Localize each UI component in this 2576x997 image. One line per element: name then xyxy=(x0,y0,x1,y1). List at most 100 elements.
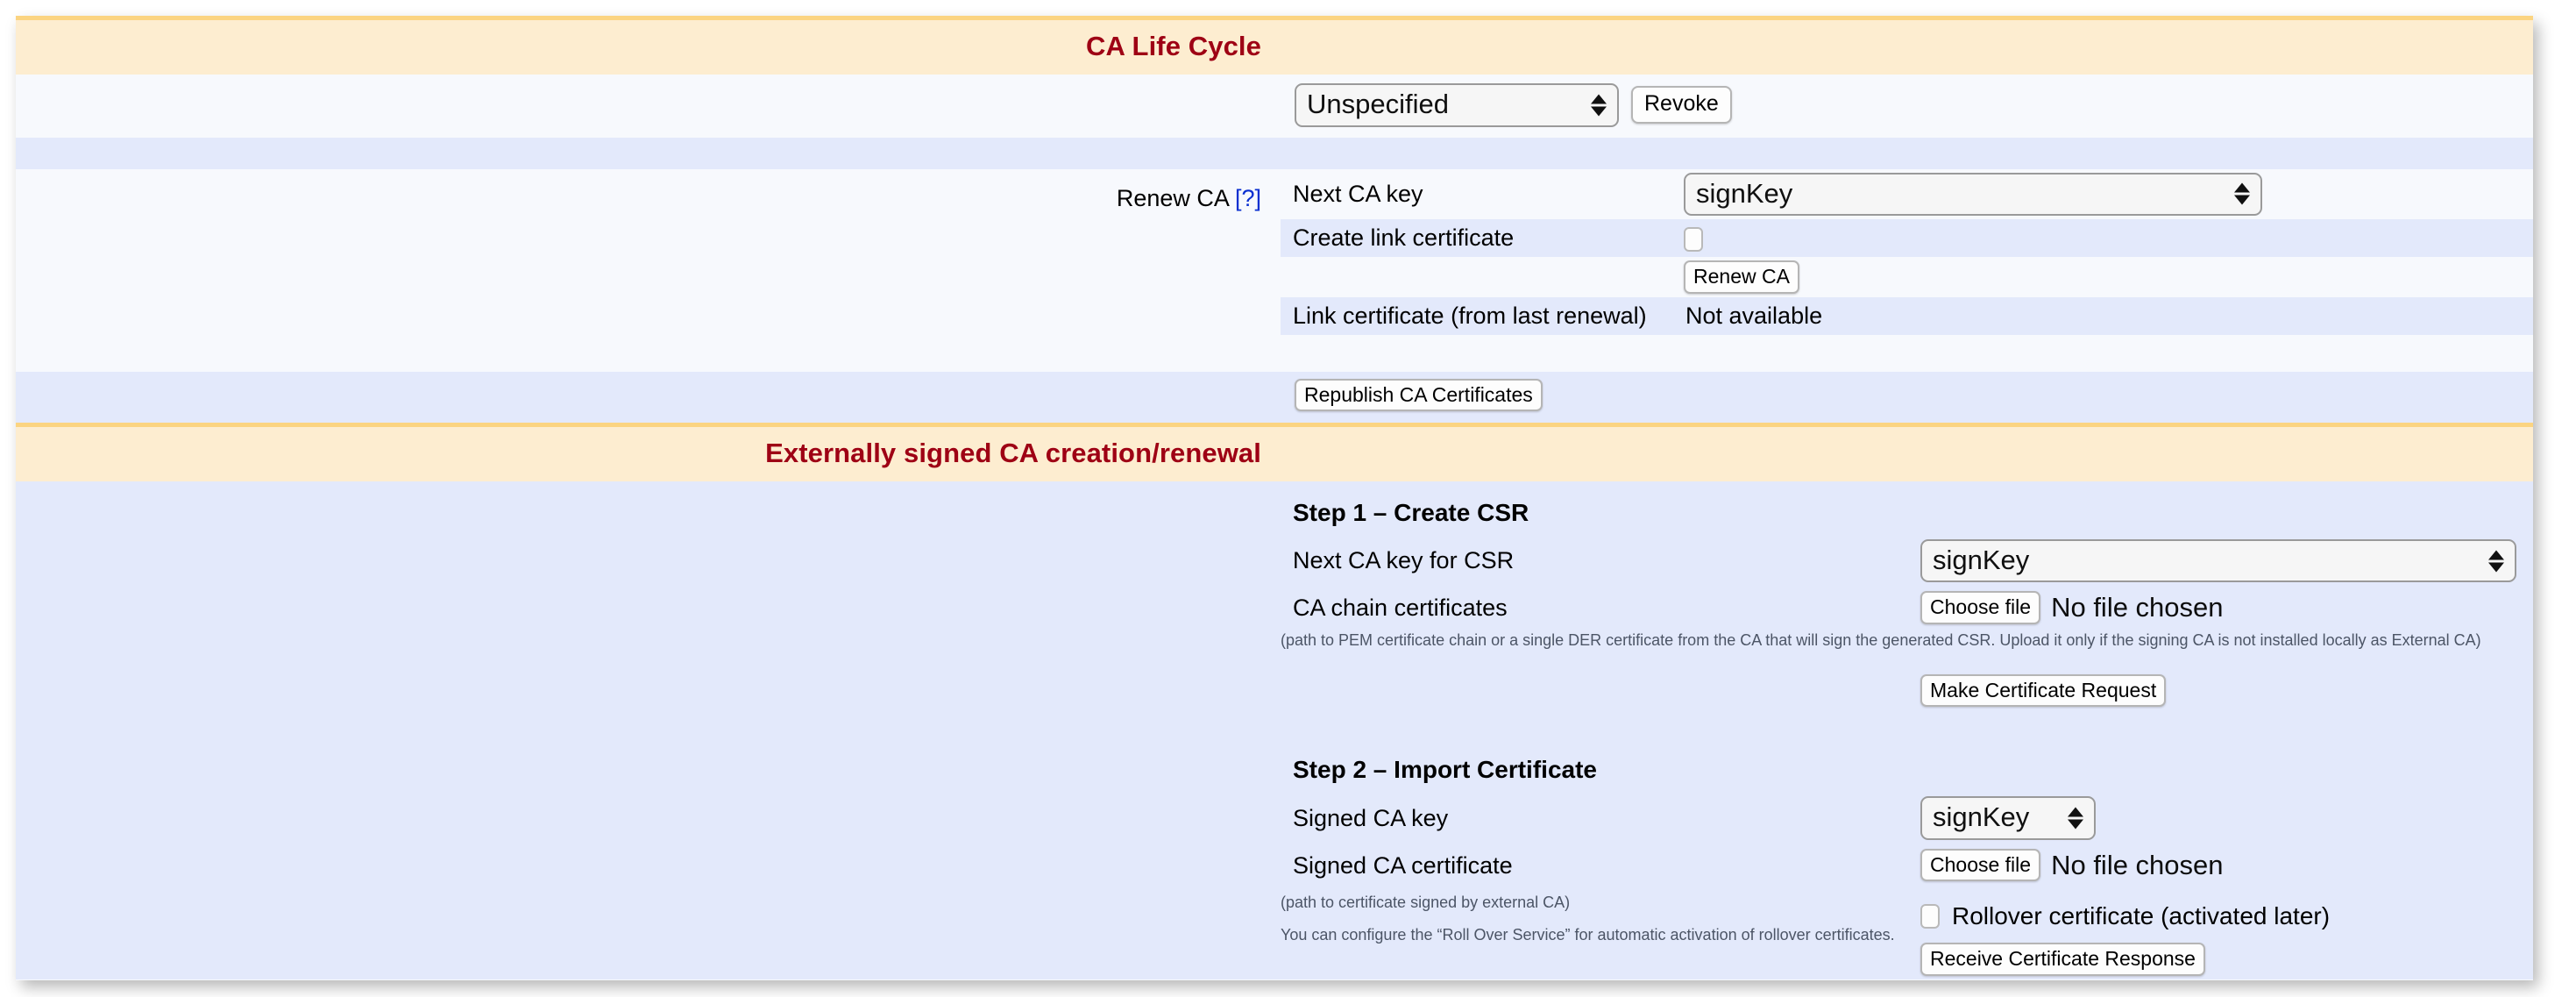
revoke-button[interactable]: Revoke xyxy=(1631,86,1732,124)
step1-next-ca-key-label: Next CA key for CSR xyxy=(1281,536,1920,587)
externally-signed-header-filler xyxy=(1281,424,2533,481)
step1-ca-chain-field: Choose file No file chosen xyxy=(1920,586,2533,627)
renew-ca-label-cell: Renew CA [?] xyxy=(16,169,1281,335)
step1-heading: Step 1 – Create CSR xyxy=(1293,487,1906,531)
step2-signed-ca-key-field: signKey xyxy=(1920,793,2533,844)
step1-next-ca-key-select[interactable]: signKey xyxy=(1920,539,2516,583)
create-link-certificate-row: Create link certificate xyxy=(1281,219,2533,257)
step1-ca-chain-note-row: (path to PEM certificate chain or a sing… xyxy=(1281,628,2533,662)
step2-signed-ca-key-row: Signed CA key signKey xyxy=(1281,793,2533,844)
next-ca-key-select-wrap: signKey xyxy=(1684,173,2262,217)
section-header-filler xyxy=(1281,18,2533,75)
step2-signed-ca-cert-note: (path to certificate signed by external … xyxy=(1281,885,1908,915)
section-header-title-cell: CA Life Cycle xyxy=(16,18,1281,75)
link-certificate-row: Link certificate (from last renewal) Not… xyxy=(1281,297,2533,335)
next-ca-key-label: Next CA key xyxy=(1281,169,1684,220)
renew-ca-content-cell: Next CA key signKey Create link certific xyxy=(1281,169,2533,335)
renew-ca-button[interactable]: Renew CA xyxy=(1684,260,1799,293)
republish-row: Republish CA Certificates xyxy=(16,372,2533,425)
step2-signed-ca-cert-field: Choose file No file chosen xyxy=(1920,844,2533,885)
next-ca-key-row: Next CA key signKey xyxy=(1281,169,2533,220)
renew-ca-row: Renew CA [?] Next CA key signKey xyxy=(16,169,2533,335)
republish-label-cell xyxy=(16,372,1281,425)
step1-ca-chain-note-cell: (path to PEM certificate chain or a sing… xyxy=(1281,628,1920,662)
renew-ca-button-cell: Renew CA xyxy=(1684,257,2533,296)
rollover-certificate-label: Rollover certificate (activated later) xyxy=(1952,902,2330,930)
revocation-label-cell xyxy=(16,75,1281,138)
step1-heading-row: Step 1 – Create CSR xyxy=(1281,481,2533,536)
rollover-certificate-checkbox[interactable] xyxy=(1920,904,1940,929)
step1-ca-chain-row: CA chain certificates Choose file No fil… xyxy=(1281,586,2533,627)
step1-file-input[interactable]: Choose file No file chosen xyxy=(1920,591,2533,623)
renew-ca-label-text: Renew CA xyxy=(1117,185,1229,211)
next-ca-key-select[interactable]: signKey xyxy=(1684,173,2262,217)
make-certificate-request-button[interactable]: Make Certificate Request xyxy=(1920,674,2166,707)
step1-file-status: No file chosen xyxy=(2051,592,2223,623)
step2-rollover-cell: Rollover certificate (activated later) R… xyxy=(1920,885,2533,979)
step1-make-request-row: Make Certificate Request xyxy=(1281,662,2533,710)
step2-signed-ca-cert-label: Signed CA certificate xyxy=(1281,844,1920,885)
step2-signed-ca-cert-row: Signed CA certificate Choose file No fil… xyxy=(1281,844,2533,885)
step1-heading-cell: Step 1 – Create CSR xyxy=(1281,481,1920,536)
renew-ca-help-icon[interactable]: [?] xyxy=(1235,185,1261,211)
ca-life-cycle-title: CA Life Cycle xyxy=(16,20,1281,75)
step2-signed-ca-key-label: Signed CA key xyxy=(1281,793,1920,844)
separator-1-left xyxy=(16,138,1281,169)
step1-make-request-spacer xyxy=(1281,662,1920,710)
step2-notes-row: (path to certificate signed by external … xyxy=(1281,885,2533,979)
separator-row-1 xyxy=(16,138,2533,169)
step1-next-ca-key-row: Next CA key for CSR signKey xyxy=(1281,536,2533,587)
renew-ca-label: Renew CA [?] xyxy=(16,169,1281,221)
revocation-reason-select-wrap: Unspecified xyxy=(1295,83,1619,127)
step2-signed-ca-key-select[interactable]: signKey xyxy=(1920,796,2096,840)
create-link-certificate-label: Create link certificate xyxy=(1281,219,1684,257)
separator-1-right xyxy=(1281,138,2533,169)
step2-heading: Step 2 – Import Certificate xyxy=(1293,716,1906,787)
step2-file-input[interactable]: Choose file No file chosen xyxy=(1920,849,2533,881)
create-link-certificate-field xyxy=(1684,219,2533,257)
step2-file-status: No file chosen xyxy=(2051,850,2223,881)
externally-signed-content-cell: Step 1 – Create CSR Next CA key for CSR … xyxy=(1281,481,2533,979)
rollover-certificate-row: Rollover certificate (activated later) xyxy=(1920,902,2533,930)
receive-response-cell: Receive Certificate Response xyxy=(1920,930,2533,975)
revocation-reason-select[interactable]: Unspecified xyxy=(1295,83,1619,127)
republish-ca-certificates-button[interactable]: Republish CA Certificates xyxy=(1295,379,1543,411)
externally-signed-left-cell xyxy=(16,481,1281,979)
externally-signed-title-cell: Externally signed CA creation/renewal xyxy=(16,424,1281,481)
republish-content-cell: Republish CA Certificates xyxy=(1281,372,2533,425)
step2-choose-file-button[interactable]: Choose file xyxy=(1920,849,2040,881)
step1-make-request-cell: Make Certificate Request xyxy=(1920,662,2533,710)
renew-ca-button-spacer xyxy=(1281,257,1684,296)
step2-heading-filler xyxy=(1920,710,2533,793)
receive-certificate-response-button[interactable]: Receive Certificate Response xyxy=(1920,943,2205,975)
renew-ca-button-row: Renew CA xyxy=(1281,257,2533,296)
step1-choose-file-button[interactable]: Choose file xyxy=(1920,591,2040,623)
externally-signed-title: Externally signed CA creation/renewal xyxy=(16,427,1281,481)
step1-ca-chain-label: CA chain certificates xyxy=(1281,586,1920,627)
revocation-content-cell: Unspecified Revoke xyxy=(1281,75,2533,138)
externally-signed-subtable: Step 1 – Create CSR Next CA key for CSR … xyxy=(1281,481,2533,979)
link-certificate-value: Not available xyxy=(1684,297,2533,335)
externally-signed-body-row: Step 1 – Create CSR Next CA key for CSR … xyxy=(16,481,2533,979)
link-certificate-label: Link certificate (from last renewal) xyxy=(1281,297,1684,335)
revocation-row: Unspecified Revoke xyxy=(16,75,2533,138)
create-link-certificate-checkbox[interactable] xyxy=(1684,227,1703,252)
step1-heading-filler xyxy=(1920,481,2533,536)
renew-ca-subtable: Next CA key signKey Create link certific xyxy=(1281,169,2533,335)
next-ca-key-field: signKey xyxy=(1684,169,2533,220)
section-header-ca-life-cycle: CA Life Cycle xyxy=(16,18,2533,75)
ca-management-page: CA Life Cycle Unspecified Rev xyxy=(16,16,2533,980)
step2-heading-row: Step 2 – Import Certificate xyxy=(1281,710,2533,793)
page-table: CA Life Cycle Unspecified Rev xyxy=(16,16,2533,979)
step1-ca-chain-note: (path to PEM certificate chain or a sing… xyxy=(1281,628,1908,653)
step1-next-ca-key-select-wrap: signKey xyxy=(1920,539,2516,583)
step2-heading-cell: Step 2 – Import Certificate xyxy=(1281,710,1920,793)
step2-rollover-note: You can configure the “Roll Over Service… xyxy=(1281,915,1908,948)
gap-row-1 xyxy=(16,335,2533,372)
step2-notes-cell: (path to certificate signed by external … xyxy=(1281,885,1920,979)
section-header-externally-signed: Externally signed CA creation/renewal xyxy=(16,424,2533,481)
gap-1-right xyxy=(1281,335,2533,372)
gap-1-left xyxy=(16,335,1281,372)
step1-next-ca-key-field: signKey xyxy=(1920,536,2533,587)
step2-signed-ca-key-select-wrap: signKey xyxy=(1920,796,2096,840)
